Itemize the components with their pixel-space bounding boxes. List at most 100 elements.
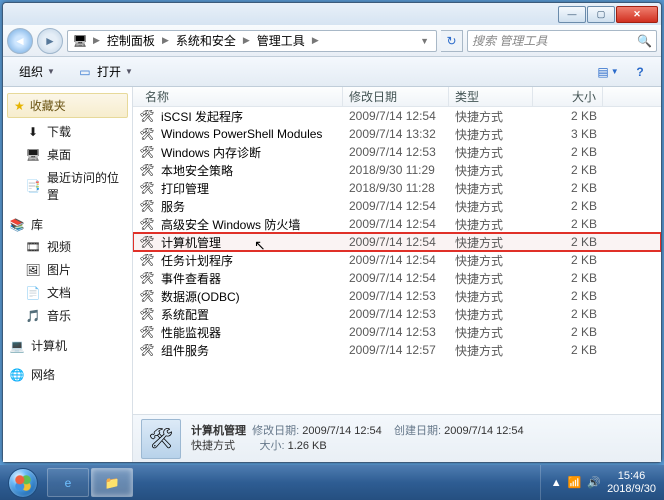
shortcut-icon: 🛠 [139,198,155,214]
favorites-header[interactable]: ★ 收藏夹 [7,93,128,118]
maximize-button[interactable]: ▢ [587,6,615,23]
file-date: 2009/7/14 13:32 [343,127,449,141]
breadcrumb-seg[interactable]: 控制面板 [105,32,157,49]
network-header[interactable]: 🌐 网络 [3,362,132,385]
file-date: 2009/7/14 12:53 [343,145,449,159]
address-bar[interactable]: 🖥 ▶ 控制面板 ▶ 系统和安全 ▶ 管理工具 ▶ ▼ [67,30,437,52]
computer-header[interactable]: 💻 计算机 [3,333,132,356]
taskbar[interactable]: e 📁 ▲ 📶 🔊 15:46 2018/9/30 [0,465,664,500]
titlebar[interactable]: — ▢ ✕ [3,3,661,25]
details-name: 计算机管理 [191,425,246,437]
file-row[interactable]: 🛠Windows PowerShell Modules2009/7/14 13:… [133,125,661,143]
file-name: 事件查看器 [155,270,343,287]
file-name: iSCSI 发起程序 [155,108,343,125]
mod-label: 修改日期: [252,425,299,437]
start-button[interactable] [0,465,46,500]
sidebar-item[interactable]: 📑最近访问的位置 [3,166,132,206]
tray-sound-icon[interactable]: 🔊 [587,476,601,489]
view-button[interactable]: ▤▼ [595,61,621,83]
column-headers[interactable]: 名称 修改日期 类型 大小 [133,87,661,107]
tray-flag-icon[interactable]: ▲ [551,477,562,489]
sidebar: ★ 收藏夹 ⬇ 下载 🖥桌面📑最近访问的位置 📚 库 🎞视频🖼图片📄文档🎵音乐 💻 … [3,87,133,462]
clock-date: 2018/9/30 [607,483,656,496]
back-button[interactable]: ◄ [7,28,33,54]
file-type: 快捷方式 [449,216,533,233]
file-size: 2 KB [533,217,603,231]
file-row[interactable]: 🛠高级安全 Windows 防火墙2009/7/14 12:54快捷方式2 KB [133,215,661,233]
sidebar-item[interactable]: 🖼图片 [3,258,132,281]
col-type[interactable]: 类型 [449,87,533,106]
system-tray[interactable]: ▲ 📶 🔊 15:46 2018/9/30 [540,465,664,500]
sidebar-item[interactable]: 🎞视频 [3,235,132,258]
file-row[interactable]: 🛠任务计划程序2009/7/14 12:54快捷方式2 KB [133,251,661,269]
file-name: 任务计划程序 [155,252,343,269]
file-size: 2 KB [533,343,603,357]
file-row[interactable]: 🛠性能监视器2009/7/14 12:53快捷方式2 KB [133,323,661,341]
breadcrumb-seg[interactable]: 管理工具 [255,32,307,49]
computer-label: 计算机 [31,337,67,354]
file-type: 快捷方式 [449,252,533,269]
tray-network-icon[interactable]: 📶 [568,476,582,489]
navbar: ◄ ► 🖥 ▶ 控制面板 ▶ 系统和安全 ▶ 管理工具 ▶ ▼ ↻ 搜索 管理工… [3,25,661,57]
open-button[interactable]: ▭ 打开▼ [69,60,141,83]
chevron-right-icon[interactable]: ▶ [309,35,322,46]
chevron-right-icon[interactable]: ▶ [90,35,103,46]
file-list[interactable]: 🛠iSCSI 发起程序2009/7/14 12:54快捷方式2 KB🛠Windo… [133,107,661,414]
file-size: 3 KB [533,127,603,141]
clock[interactable]: 15:46 2018/9/30 [607,470,656,496]
item-icon: 🎞 [25,239,41,255]
breadcrumb-seg[interactable]: 系统和安全 [174,32,238,49]
file-row[interactable]: 🛠组件服务2009/7/14 12:57快捷方式2 KB [133,341,661,359]
chevron-right-icon[interactable]: ▶ [240,35,253,46]
file-row[interactable]: 🛠系统配置2009/7/14 12:53快捷方式2 KB [133,305,661,323]
file-row[interactable]: 🛠计算机管理2009/7/14 12:54快捷方式2 KB [133,233,661,251]
sidebar-item[interactable]: 📄文档 [3,281,132,304]
computer-icon: 🖥 [72,33,88,49]
sidebar-item[interactable]: 🖥桌面 [3,143,132,166]
forward-button[interactable]: ► [37,28,63,54]
file-row[interactable]: 🛠打印管理2018/9/30 11:28快捷方式2 KB [133,179,661,197]
sidebar-item[interactable]: ⬇ 下载 [3,120,132,143]
details-type: 快捷方式 [191,440,235,452]
file-row[interactable]: 🛠Windows 内存诊断2009/7/14 12:53快捷方式2 KB [133,143,661,161]
file-row[interactable]: 🛠服务2009/7/14 12:54快捷方式2 KB [133,197,661,215]
close-button[interactable]: ✕ [616,6,658,23]
taskbar-explorer-icon[interactable]: 📁 [91,468,133,497]
search-input[interactable]: 搜索 管理工具 🔍 [467,30,657,52]
file-row[interactable]: 🛠本地安全策略2018/9/30 11:29快捷方式2 KB [133,161,661,179]
chevron-down-icon[interactable]: ▼ [417,36,432,46]
open-icon: ▭ [77,64,93,80]
file-date: 2009/7/14 12:54 [343,253,449,267]
organize-button[interactable]: 组织▼ [11,60,63,83]
file-date: 2009/7/14 12:54 [343,235,449,249]
item-icon: ⬇ [25,124,41,140]
file-size: 2 KB [533,145,603,159]
file-date: 2009/7/14 12:53 [343,289,449,303]
file-date: 2018/9/30 11:29 [343,163,449,177]
file-row[interactable]: 🛠数据源(ODBC)2009/7/14 12:53快捷方式2 KB [133,287,661,305]
libraries-header[interactable]: 📚 库 [3,212,132,235]
search-icon[interactable]: 🔍 [637,34,652,48]
taskbar-ie-icon[interactable]: e [47,468,89,497]
file-row[interactable]: 🛠iSCSI 发起程序2009/7/14 12:54快捷方式2 KB [133,107,661,125]
minimize-button[interactable]: — [558,6,586,23]
item-label: 下载 [47,123,71,140]
file-row[interactable]: 🛠事件查看器2009/7/14 12:54快捷方式2 KB [133,269,661,287]
file-date: 2009/7/14 12:54 [343,199,449,213]
size-val: 1.26 KB [288,440,327,452]
shortcut-icon: 🛠 [139,126,155,142]
help-button[interactable]: ? [627,61,653,83]
col-date[interactable]: 修改日期 [343,87,449,106]
file-size: 2 KB [533,109,603,123]
details-thumb-icon: 🛠 [141,419,181,459]
mod-val: 2009/7/14 12:54 [302,425,382,437]
sidebar-item[interactable]: 🎵音乐 [3,304,132,327]
chevron-right-icon[interactable]: ▶ [159,35,172,46]
file-type: 快捷方式 [449,108,533,125]
file-date: 2009/7/14 12:54 [343,271,449,285]
col-size[interactable]: 大小 [533,87,603,106]
shortcut-icon: 🛠 [139,306,155,322]
shortcut-icon: 🛠 [139,180,155,196]
refresh-button[interactable]: ↻ [441,30,463,52]
col-name[interactable]: 名称 [139,87,343,106]
